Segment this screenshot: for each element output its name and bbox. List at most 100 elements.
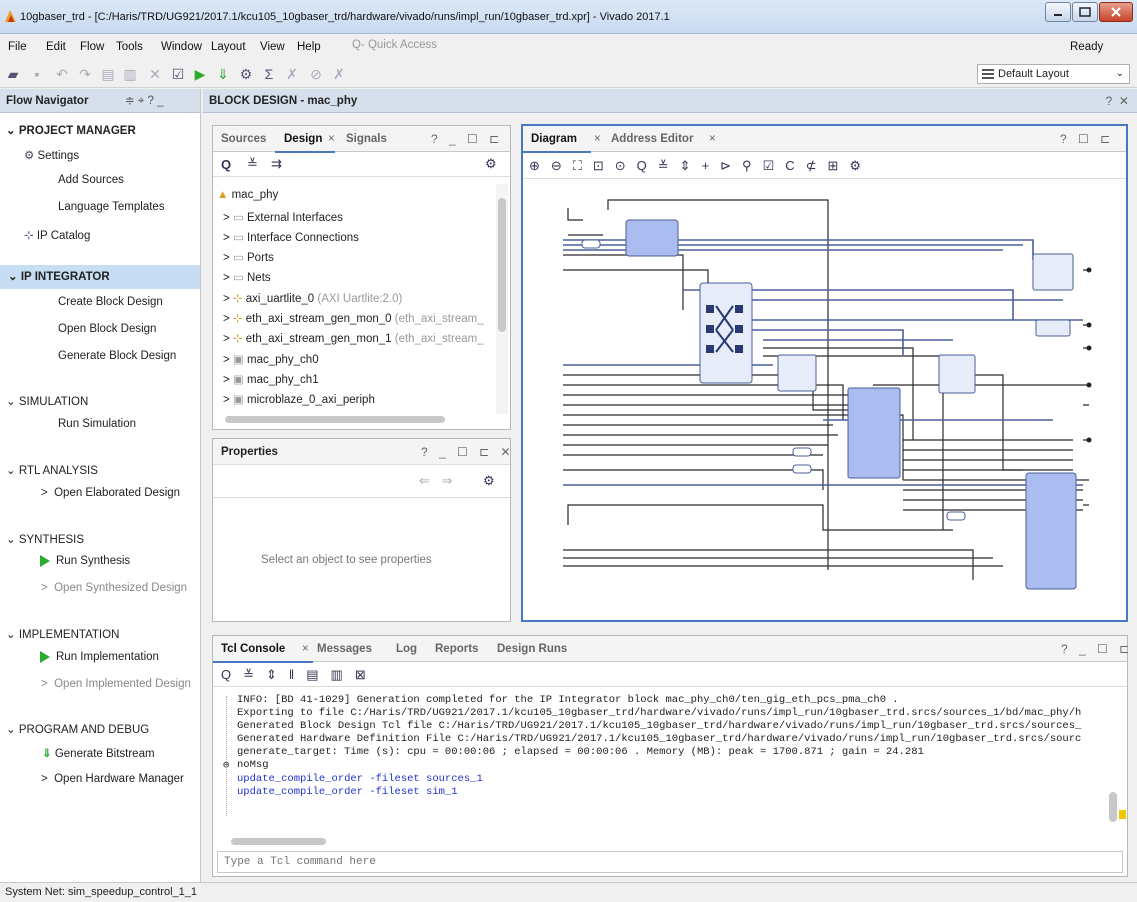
minimize-button[interactable] bbox=[1045, 2, 1071, 22]
gear-icon[interactable]: ⚙ bbox=[236, 64, 256, 84]
scrollbar-thumb[interactable] bbox=[498, 198, 506, 332]
tab-close-icon[interactable]: × bbox=[594, 133, 601, 145]
nav-run-synthesis[interactable]: Run Synthesis bbox=[40, 555, 130, 567]
nav-add-sources[interactable]: Add Sources bbox=[58, 174, 124, 186]
section-ip-integrator[interactable]: ⌄ IP INTEGRATOR bbox=[0, 265, 200, 289]
scrollbar-thumb[interactable] bbox=[231, 838, 326, 845]
gear-icon[interactable]: ⚙ bbox=[483, 473, 499, 489]
run-icon[interactable]: ▶ bbox=[190, 64, 210, 84]
nav-create-block-design[interactable]: Create Block Design bbox=[58, 296, 163, 308]
nav-generate-block-design[interactable]: Generate Block Design bbox=[58, 350, 176, 362]
close-window-button[interactable] bbox=[1099, 2, 1133, 22]
panel-controls-icon[interactable]: ? _ ☐ ⊏ ✕ bbox=[421, 445, 515, 459]
paste-icon[interactable]: ▥ bbox=[120, 64, 140, 84]
save-icon[interactable]: ▪ bbox=[27, 64, 47, 84]
nav-settings[interactable]: ⚙ Settings bbox=[24, 148, 79, 162]
console-vertical-scrollbar[interactable] bbox=[1107, 690, 1119, 848]
tab-close-icon[interactable]: × bbox=[328, 133, 335, 145]
copy-icon[interactable]: ▤ bbox=[98, 64, 118, 84]
expand-icon[interactable]: ⇉ bbox=[271, 156, 286, 172]
tree-item[interactable]: > ▭ External Interfaces bbox=[223, 210, 343, 224]
open-folder-icon[interactable]: ▰ bbox=[3, 64, 23, 84]
tree-item-root[interactable]: ▲ mac_phy bbox=[217, 189, 278, 201]
tab-close-icon[interactable]: × bbox=[302, 643, 309, 655]
nav-open-synthesized-design[interactable]: > Open Synthesized Design bbox=[41, 582, 187, 594]
navigator-controls-icon[interactable]: ≑ ⌖ ? _ bbox=[125, 89, 164, 113]
console-tools-icon[interactable]: Q≚⇕‖▤▥⊠ bbox=[221, 667, 378, 683]
collapse-all-icon[interactable]: ≚ bbox=[247, 156, 262, 172]
scrollbar-thumb[interactable] bbox=[225, 416, 445, 423]
section-implementation[interactable]: ⌄ IMPLEMENTATION bbox=[6, 627, 119, 641]
diagram-tools-icon[interactable]: ⊕⊖⛶⊡⊙Q≚⇕+⊳⚲☑C⊄⊞⚙ bbox=[529, 158, 872, 174]
tab-tcl-console[interactable]: Tcl Console bbox=[221, 643, 285, 655]
tab-close-icon[interactable]: × bbox=[709, 133, 716, 145]
nav-open-block-design[interactable]: Open Block Design bbox=[58, 323, 156, 335]
tree-item[interactable]: > ▭ Nets bbox=[223, 270, 271, 284]
panel-controls-icon[interactable]: ? _ ☐ ⊏ bbox=[431, 132, 503, 146]
tree-horizontal-scrollbar[interactable] bbox=[215, 413, 495, 425]
debug-icon[interactable]: ✗ bbox=[282, 64, 302, 84]
back-forward-icon[interactable]: ⇐ ⇒ bbox=[419, 473, 456, 489]
panel-controls-icon[interactable]: ? _ ☐ ⊏ bbox=[1061, 642, 1133, 656]
tab-address-editor[interactable]: Address Editor bbox=[611, 133, 693, 145]
nav-ip-catalog[interactable]: ⊹ IP Catalog bbox=[24, 228, 90, 242]
gear-icon[interactable]: ⚙ bbox=[485, 156, 501, 172]
tree-item[interactable]: > ⊹ eth_axi_stream_gen_mon_0 (eth_axi_st… bbox=[223, 311, 484, 325]
nav-language-templates[interactable]: Language Templates bbox=[58, 201, 165, 213]
nav-generate-bitstream[interactable]: ⇓ Generate Bitstream bbox=[42, 746, 155, 760]
block-diagram-canvas[interactable] bbox=[523, 180, 1126, 620]
layout-select[interactable]: Default Layout ⌄ bbox=[977, 64, 1130, 84]
tab-design[interactable]: Design bbox=[284, 133, 322, 145]
tree-item[interactable]: > ▣ mac_phy_ch0 bbox=[223, 352, 319, 366]
menu-edit[interactable]: Edit bbox=[46, 41, 66, 53]
nav-run-simulation[interactable]: Run Simulation bbox=[58, 418, 136, 430]
tab-design-runs[interactable]: Design Runs bbox=[497, 643, 567, 655]
tree-item[interactable]: > ▭ Ports bbox=[223, 250, 274, 264]
tab-messages[interactable]: Messages bbox=[317, 643, 372, 655]
redo-icon[interactable]: ↷ bbox=[75, 64, 95, 84]
nav-open-implemented-design[interactable]: > Open Implemented Design bbox=[41, 678, 191, 690]
tab-sources[interactable]: Sources bbox=[221, 133, 266, 145]
menu-layout[interactable]: Layout bbox=[211, 41, 246, 53]
nav-open-elaborated-design[interactable]: > Open Elaborated Design bbox=[41, 487, 180, 499]
tab-log[interactable]: Log bbox=[396, 643, 417, 655]
tab-diagram[interactable]: Diagram bbox=[531, 133, 577, 145]
panel-controls-icon[interactable]: ? ☐ ⊏ bbox=[1060, 132, 1114, 146]
tool-icon[interactable]: ⊘ bbox=[306, 64, 326, 84]
nav-open-hardware-manager[interactable]: > Open Hardware Manager bbox=[41, 773, 184, 785]
checkbox-icon[interactable]: ☑ bbox=[168, 64, 188, 84]
quick-access-input[interactable]: Q- Quick Access bbox=[352, 39, 437, 51]
menu-tools[interactable]: Tools bbox=[116, 41, 143, 53]
undo-icon[interactable]: ↶ bbox=[52, 64, 72, 84]
tree-item[interactable]: > ▣ microblaze_0_axi_periph bbox=[223, 392, 375, 406]
nav-run-implementation[interactable]: Run Implementation bbox=[40, 651, 159, 663]
tab-signals[interactable]: Signals bbox=[346, 133, 387, 145]
section-simulation[interactable]: ⌄ SIMULATION bbox=[6, 394, 88, 408]
section-program-debug[interactable]: ⌄ PROGRAM AND DEBUG bbox=[6, 722, 149, 736]
tree-item[interactable]: > ▣ mac_phy_ch1 bbox=[223, 372, 319, 386]
search-icon[interactable]: Q bbox=[221, 157, 235, 172]
section-project-manager[interactable]: ⌄ PROJECT MANAGER bbox=[6, 123, 136, 137]
bitstream-icon[interactable]: ⇓ bbox=[213, 64, 233, 84]
menu-file[interactable]: File bbox=[8, 41, 27, 53]
tree-item[interactable]: > ▭ Interface Connections bbox=[223, 230, 359, 244]
sigma-icon[interactable]: Σ bbox=[259, 64, 279, 84]
menu-help[interactable]: Help bbox=[297, 41, 321, 53]
delete-icon[interactable]: ✕ bbox=[145, 64, 165, 84]
maximize-button[interactable] bbox=[1072, 2, 1098, 22]
tree-vertical-scrollbar[interactable] bbox=[496, 184, 508, 414]
help-close-icon[interactable]: ? ✕ bbox=[1106, 94, 1129, 108]
tab-reports[interactable]: Reports bbox=[435, 643, 478, 655]
tree-item[interactable]: > ⊹ eth_axi_stream_gen_mon_1 (eth_axi_st… bbox=[223, 331, 484, 345]
tree-item[interactable]: > ⊹ axi_uartlite_0 (AXI Uartlite:2.0) bbox=[223, 291, 402, 305]
menu-flow[interactable]: Flow bbox=[80, 41, 104, 53]
console-horizontal-scrollbar[interactable] bbox=[217, 835, 1107, 847]
cancel-icon[interactable]: ✗ bbox=[329, 64, 349, 84]
scrollbar-thumb[interactable] bbox=[1109, 792, 1117, 822]
menu-view[interactable]: View bbox=[260, 41, 285, 53]
sources-panel: Sources Design × Signals ? _ ☐ ⊏ Q ≚ ⇉ ⚙… bbox=[212, 125, 511, 430]
section-rtl-analysis[interactable]: ⌄ RTL ANALYSIS bbox=[6, 463, 98, 477]
section-synthesis[interactable]: ⌄ SYNTHESIS bbox=[6, 532, 84, 546]
menu-window[interactable]: Window bbox=[161, 41, 202, 53]
tcl-command-input[interactable] bbox=[217, 851, 1123, 873]
